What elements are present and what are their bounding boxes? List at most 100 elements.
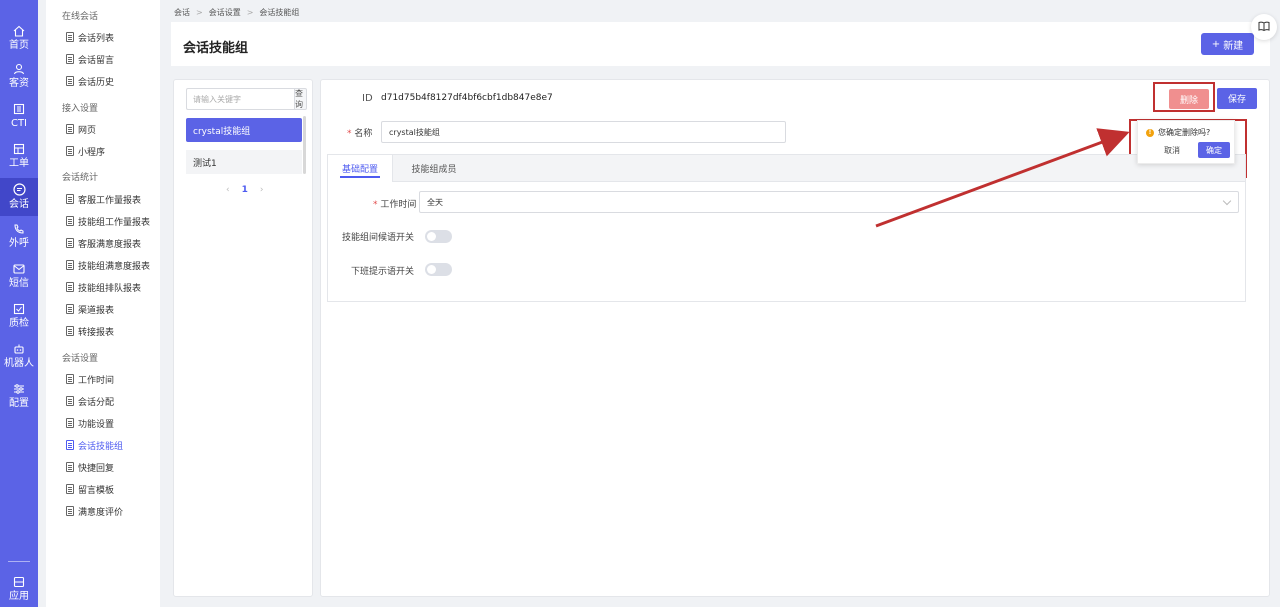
id-value: d71d75b4f8127df4bf6cbf1db847e8e7 bbox=[381, 93, 553, 103]
rail-item-sms[interactable]: 短信 bbox=[0, 258, 38, 294]
document-icon bbox=[66, 238, 74, 248]
page-number[interactable]: 1 bbox=[242, 185, 248, 195]
list-scrollbar[interactable] bbox=[303, 116, 306, 174]
menu-item-report[interactable]: 渠道报表 bbox=[66, 299, 114, 319]
rail-label: 外呼 bbox=[9, 238, 29, 249]
rail-label: 短信 bbox=[9, 278, 29, 289]
rail-label: 首页 bbox=[9, 40, 29, 51]
breadcrumb-separator: > bbox=[196, 8, 203, 17]
name-input[interactable] bbox=[381, 121, 786, 143]
config-tabs: 基础配置 技能组成员 bbox=[327, 154, 1246, 302]
menu-item-chat-history[interactable]: 会话历史 bbox=[66, 71, 114, 91]
rail-item-customers[interactable]: 客资 bbox=[0, 58, 38, 94]
menu-item-report[interactable]: 技能组工作量报表 bbox=[66, 211, 150, 231]
breadcrumb-item: 会话技能组 bbox=[259, 8, 300, 17]
rail-item-quality[interactable]: 质检 bbox=[0, 298, 38, 334]
save-button[interactable]: 保存 bbox=[1217, 88, 1257, 109]
document-icon bbox=[66, 146, 74, 156]
menu-item-miniprogram[interactable]: 小程序 bbox=[66, 141, 105, 161]
document-icon bbox=[66, 32, 74, 42]
menu-item-satisfaction[interactable]: 满意度评价 bbox=[66, 501, 123, 521]
next-page-button[interactable]: › bbox=[260, 185, 264, 195]
rail-label: 应用 bbox=[9, 591, 29, 602]
document-icon bbox=[66, 282, 74, 292]
help-docs-button[interactable] bbox=[1251, 14, 1277, 40]
document-icon bbox=[66, 484, 74, 494]
rail-label: 客资 bbox=[9, 78, 29, 89]
rail-item-chat[interactable]: 会话 bbox=[0, 178, 38, 216]
greeting-switch-label: 技能组间候语开关 bbox=[342, 233, 415, 243]
menu-item-skill-groups[interactable]: 会话技能组 bbox=[66, 435, 123, 455]
menu-item-message-template[interactable]: 留言模板 bbox=[66, 479, 114, 499]
page-title: 会话技能组 bbox=[183, 41, 249, 56]
menu-item-features[interactable]: 功能设置 bbox=[66, 413, 114, 433]
menu-item-assignment[interactable]: 会话分配 bbox=[66, 391, 114, 411]
menu-item-chat-list[interactable]: 会话列表 bbox=[66, 27, 114, 47]
menu-item-report[interactable]: 客服工作量报表 bbox=[66, 189, 141, 209]
rail-label: 会话 bbox=[9, 199, 29, 210]
book-icon bbox=[1258, 20, 1270, 35]
confirm-button[interactable]: 确定 bbox=[1198, 142, 1230, 158]
rail-item-apps[interactable]: 应用 bbox=[0, 571, 38, 607]
rail-item-config[interactable]: 配置 bbox=[0, 378, 38, 414]
new-button[interactable]: + 新建 bbox=[1201, 33, 1254, 55]
tab-bar: 基础配置 技能组成员 bbox=[328, 155, 1245, 182]
prev-page-button[interactable]: ‹ bbox=[226, 185, 230, 195]
rail-item-cti[interactable]: CTI bbox=[0, 98, 38, 134]
document-icon bbox=[66, 124, 74, 134]
menu-item-report[interactable]: 技能组满意度报表 bbox=[66, 255, 150, 275]
plus-icon: + bbox=[1211, 38, 1221, 50]
search-button[interactable]: 查询 bbox=[294, 88, 307, 110]
menu-group-title: 会话统计 bbox=[62, 173, 99, 183]
outbound-call-icon bbox=[12, 222, 26, 235]
menu-item-report[interactable]: 客服满意度报表 bbox=[66, 233, 141, 253]
menu-item-chat-messages[interactable]: 会话留言 bbox=[66, 49, 114, 69]
rail-item-home[interactable]: 首页 bbox=[0, 20, 38, 56]
rail-label: 机器人 bbox=[4, 358, 34, 369]
delete-confirm-popover: ! 您确定删除吗? 取消 确定 bbox=[1137, 120, 1235, 164]
sms-icon bbox=[12, 262, 26, 275]
menu-item-report[interactable]: 技能组排队报表 bbox=[66, 277, 141, 297]
document-icon bbox=[66, 326, 74, 336]
menu-item-quick-reply[interactable]: 快捷回复 bbox=[66, 457, 114, 477]
menu-item-report[interactable]: 转接报表 bbox=[66, 321, 114, 341]
home-icon bbox=[12, 24, 26, 37]
left-rail: 首页 客资 CTI 工单 会话 外呼 短信 质检 机器人 配置 应用 bbox=[0, 0, 38, 607]
delete-button[interactable]: 删除 bbox=[1169, 89, 1209, 109]
robot-icon bbox=[12, 342, 26, 355]
breadcrumb-item[interactable]: 会话设置 bbox=[209, 7, 241, 18]
cancel-button[interactable]: 取消 bbox=[1158, 142, 1186, 158]
tab-group-members[interactable]: 技能组成员 bbox=[394, 155, 474, 182]
menu-item-web[interactable]: 网页 bbox=[66, 119, 96, 139]
document-icon bbox=[66, 440, 74, 450]
page-header: 会话技能组 + 新建 bbox=[171, 22, 1270, 66]
search-input[interactable] bbox=[186, 88, 294, 110]
rail-item-robot[interactable]: 机器人 bbox=[0, 338, 38, 374]
cti-icon bbox=[12, 102, 26, 115]
quality-check-icon bbox=[12, 302, 26, 315]
tab-basic-config[interactable]: 基础配置 bbox=[328, 155, 393, 182]
work-time-select[interactable]: 全天 bbox=[419, 191, 1239, 213]
document-icon bbox=[66, 304, 74, 314]
rail-item-ticket[interactable]: 工单 bbox=[0, 138, 38, 174]
rail-label: 配置 bbox=[9, 398, 29, 409]
name-label: * 名称 bbox=[347, 129, 373, 139]
rail-label: 质检 bbox=[9, 318, 29, 329]
breadcrumb-separator: > bbox=[246, 8, 254, 17]
rail-item-outbound[interactable]: 外呼 bbox=[0, 218, 38, 254]
breadcrumb: 会话 > 会话设置 > 会话技能组 bbox=[174, 7, 299, 18]
menu-item-work-time[interactable]: 工作时间 bbox=[66, 369, 114, 389]
list-item[interactable]: crystal技能组 bbox=[186, 118, 302, 142]
list-item[interactable]: 测试1 bbox=[186, 150, 302, 174]
document-icon bbox=[66, 216, 74, 226]
document-icon bbox=[66, 374, 74, 384]
breadcrumb-item[interactable]: 会话 bbox=[174, 7, 190, 18]
document-icon bbox=[66, 54, 74, 64]
document-icon bbox=[66, 396, 74, 406]
customers-icon bbox=[12, 62, 26, 75]
rail-label: CTI bbox=[10, 118, 28, 129]
secondary-menu: 在线会话 会话列表 会话留言 会话历史 接入设置 网页 小程序 会话统计 客服工… bbox=[46, 0, 160, 607]
offduty-toggle[interactable] bbox=[425, 263, 452, 276]
document-icon bbox=[66, 194, 74, 204]
greeting-toggle[interactable] bbox=[425, 230, 452, 243]
